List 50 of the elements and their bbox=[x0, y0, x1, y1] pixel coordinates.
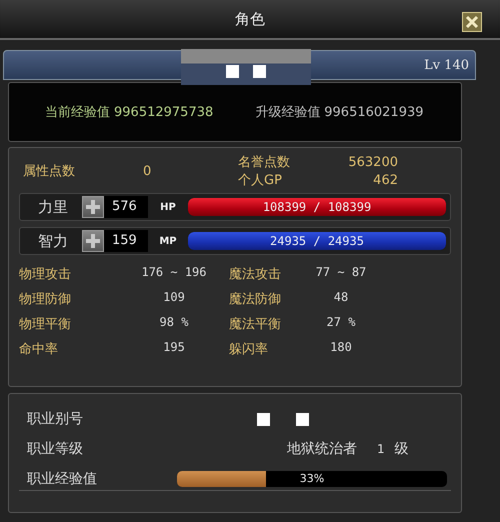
stat-value: 195 bbox=[162, 340, 186, 356]
stat-value: 176 ~ 196 bbox=[140, 265, 208, 281]
points-value: 0 bbox=[143, 163, 152, 181]
points-label: 个人GP bbox=[238, 172, 283, 190]
experience-value: 996516021939 bbox=[324, 104, 424, 120]
job-alias-label: 职业别号 bbox=[27, 410, 84, 428]
add-point-button[interactable] bbox=[82, 230, 104, 252]
experience-label: 升级经验值 bbox=[255, 104, 320, 121]
job-name: 地狱统治者 bbox=[287, 440, 357, 458]
bar-text: 108399 / 108399 bbox=[262, 199, 372, 216]
points-label: 属性点数 bbox=[23, 163, 76, 181]
add-point-button[interactable] bbox=[82, 196, 104, 218]
window-title: 角色 bbox=[235, 10, 265, 28]
attribute-label: 智力 bbox=[37, 232, 69, 250]
redacted-block bbox=[257, 412, 309, 426]
job-exp-label: 职业经验值 bbox=[27, 470, 98, 488]
bar-text: 33% bbox=[298, 471, 326, 487]
plus-icon bbox=[86, 234, 100, 248]
experience-value: 996512975738 bbox=[114, 104, 214, 120]
stat-value: 98 % bbox=[158, 315, 190, 331]
stat-label: 物理防御 bbox=[19, 291, 72, 308]
close-button[interactable] bbox=[462, 12, 482, 32]
stat-value: 27 % bbox=[326, 315, 356, 331]
job-level-unit: 级 bbox=[394, 440, 409, 458]
stat-label: 魔法防御 bbox=[229, 291, 281, 308]
attribute-value: 159 bbox=[104, 230, 148, 252]
stat-label: 躲闪率 bbox=[229, 341, 269, 358]
stat-label: 魔法攻击 bbox=[229, 266, 281, 283]
points-value: 563200 bbox=[347, 154, 398, 172]
job-level: 1 bbox=[377, 442, 385, 456]
job-level-label: 职业等级 bbox=[27, 440, 84, 458]
points-label: 名誉点数 bbox=[238, 154, 291, 172]
bar-label: MP bbox=[158, 236, 178, 246]
stat-label: 物理平衡 bbox=[19, 316, 72, 333]
stat-value: 48 bbox=[332, 290, 350, 306]
stat-label: 物理攻击 bbox=[19, 266, 72, 283]
bar-text: 24935 / 24935 bbox=[269, 233, 365, 250]
stat-value: 180 bbox=[329, 340, 353, 356]
experience-label: 当前经验值 bbox=[45, 104, 110, 121]
points-value: 462 bbox=[372, 172, 398, 190]
stat-label: 命中率 bbox=[19, 341, 59, 358]
plus-icon bbox=[86, 200, 100, 214]
attribute-label: 力里 bbox=[37, 198, 69, 216]
stat-label: 魔法平衡 bbox=[229, 316, 281, 333]
bar-label: HP bbox=[159, 202, 177, 212]
stat-value: 77 ~ 87 bbox=[314, 265, 368, 281]
level-text: Lv 140 bbox=[424, 58, 469, 72]
stat-value: 109 bbox=[162, 290, 186, 306]
attribute-value: 576 bbox=[104, 196, 148, 218]
close-icon bbox=[465, 15, 479, 29]
